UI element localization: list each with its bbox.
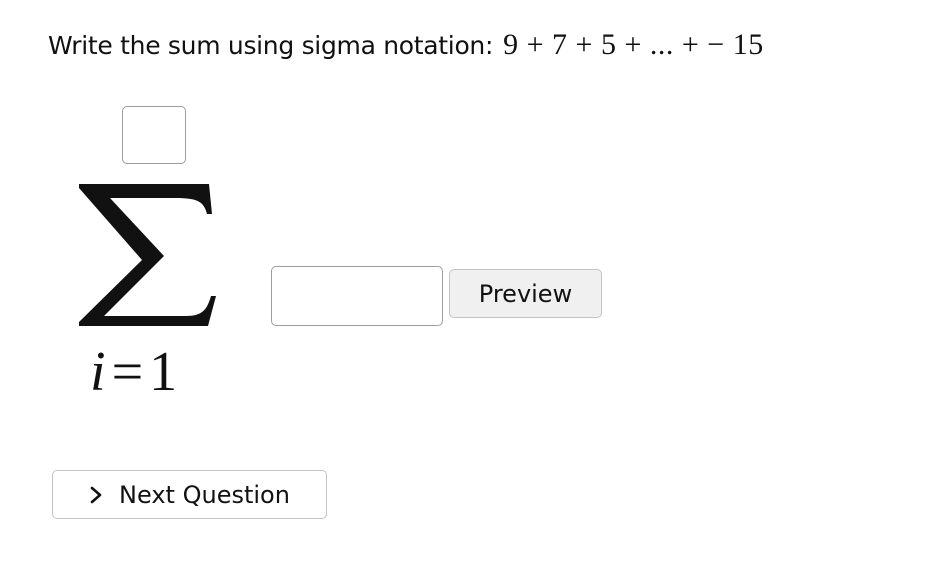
sigma-icon (79, 184, 216, 326)
index-variable: i (90, 341, 106, 403)
next-question-button[interactable]: Next Question (52, 470, 327, 519)
lower-limit-value: 1 (149, 341, 178, 403)
lower-limit: i = 1 (90, 340, 177, 404)
upper-limit-input[interactable] (122, 106, 186, 164)
summand-input[interactable] (271, 266, 443, 326)
series-expression: 9 + 7 + 5 + ... + − 15 (503, 28, 764, 61)
chevron-right-icon (90, 486, 102, 503)
equals-sign: = (111, 341, 144, 403)
preview-button-label: Preview (478, 279, 573, 308)
question-prompt: Write the sum using sigma notation: (48, 31, 494, 60)
question-line: Write the sum using sigma notation: 9 + … (48, 28, 764, 68)
preview-button[interactable]: Preview (449, 269, 602, 318)
next-question-label: Next Question (119, 480, 290, 509)
